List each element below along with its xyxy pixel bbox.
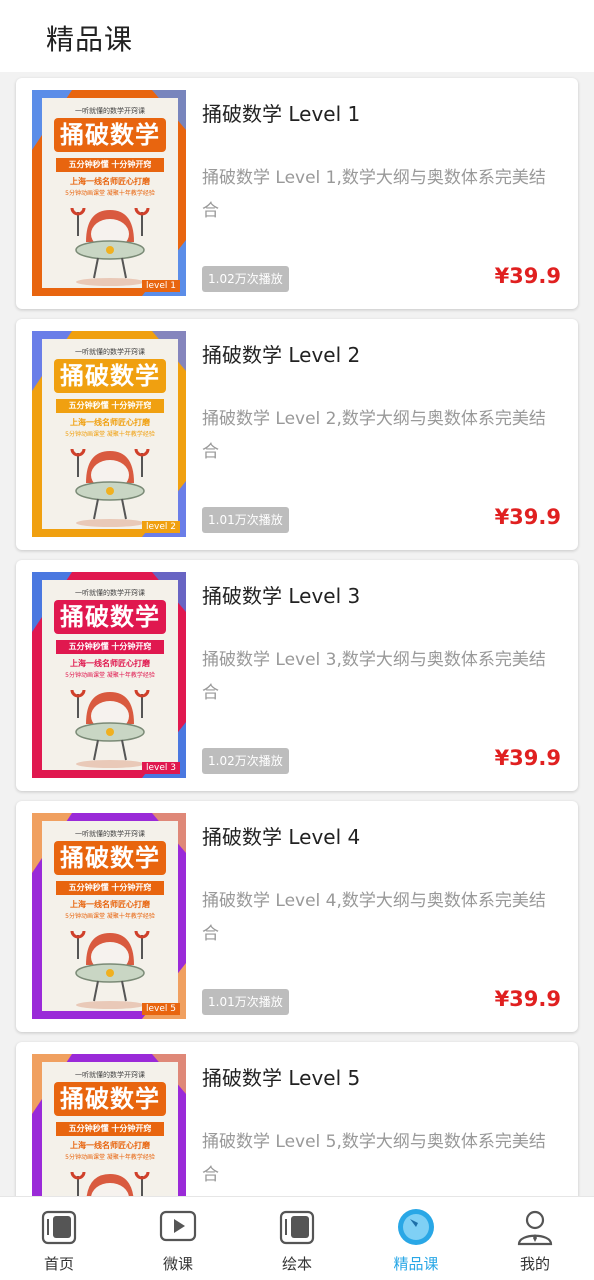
course-title[interactable]: 捅破数学 Level 5	[202, 1062, 360, 1091]
course-price: ¥39.9	[494, 505, 561, 529]
course-card[interactable]: 一听就懂的数学开窍课 捅破数学 五分钟秒懂 十分钟开窍 上海一线名师匠心打磨 5…	[16, 801, 578, 1032]
cover-headline: 捅破数学	[54, 1082, 166, 1116]
cover-ribbon: 五分钟秒懂 十分钟开窍	[56, 399, 164, 413]
home-book-icon	[41, 1210, 77, 1245]
cover-line1: 上海一线名师匠心打磨	[70, 177, 150, 186]
play-video-icon	[159, 1210, 197, 1242]
tab-home-label: 首页	[43, 1255, 74, 1273]
cover-headline: 捅破数学	[54, 600, 166, 634]
robot-mascot-icon	[70, 448, 150, 527]
cover-level-label: level 1	[142, 280, 180, 292]
cover-headline: 捅破数学	[54, 118, 166, 152]
course-list[interactable]: 一听就懂的数学开窍课 捅破数学 五分钟秒懂 十分钟开窍 上海一线名师匠心打磨 5…	[0, 72, 594, 1196]
cover-tagline: 一听就懂的数学开窍课	[75, 348, 145, 356]
course-title[interactable]: 捅破数学 Level 4	[202, 821, 360, 850]
robot-mascot-icon	[70, 930, 150, 1009]
cover-line2: 5分钟动画课堂 凝聚十年教学经验	[65, 672, 155, 679]
tab-micro-course-label: 微课	[162, 1255, 193, 1273]
cover-line1: 上海一线名师匠心打磨	[70, 900, 150, 909]
course-price: ¥39.9	[494, 746, 561, 770]
course-description: 捅破数学 Level 1,数学大纲与奥数体系完美结合	[202, 168, 546, 221]
cover-line2: 5分钟动画课堂 凝聚十年教学经验	[65, 190, 155, 197]
cover-line1: 上海一线名师匠心打磨	[70, 418, 150, 427]
cover-line2: 5分钟动画课堂 凝聚十年教学经验	[65, 431, 155, 438]
course-description: 捅破数学 Level 5,数学大纲与奥数体系完美结合	[202, 1132, 546, 1185]
course-price: ¥39.9	[494, 264, 561, 288]
course-title[interactable]: 捅破数学 Level 3	[202, 580, 360, 609]
play-count-badge: 1.02万次播放	[202, 266, 289, 292]
course-card[interactable]: 一听就懂的数学开窍课 捅破数学 五分钟秒懂 十分钟开窍 上海一线名师匠心打磨 5…	[16, 319, 578, 550]
cover-tagline: 一听就懂的数学开窍课	[75, 589, 145, 597]
course-cover-image[interactable]: 一听就懂的数学开窍课 捅破数学 五分钟秒懂 十分钟开窍 上海一线名师匠心打磨 5…	[32, 90, 186, 296]
robot-mascot-icon	[70, 689, 150, 768]
cover-level-label: level 3	[142, 762, 180, 774]
play-count-badge: 1.01万次播放	[202, 989, 289, 1015]
play-count-badge: 1.02万次播放	[202, 748, 289, 774]
cover-panel: 一听就懂的数学开窍课 捅破数学 五分钟秒懂 十分钟开窍 上海一线名师匠心打磨 5…	[42, 821, 178, 1011]
cover-line2: 5分钟动画课堂 凝聚十年教学经验	[65, 913, 155, 920]
course-card[interactable]: 一听就懂的数学开窍课 捅破数学 五分钟秒懂 十分钟开窍 上海一线名师匠心打磨 5…	[16, 78, 578, 309]
tab-premium-course[interactable]: 精品课	[357, 1197, 475, 1280]
cover-panel: 一听就懂的数学开窍课 捅破数学 五分钟秒懂 十分钟开窍 上海一线名师匠心打磨 5…	[42, 98, 178, 288]
robot-mascot-icon	[70, 1171, 150, 1196]
tab-picture-book-label: 绘本	[281, 1255, 312, 1273]
course-cover-image[interactable]: 一听就懂的数学开窍课 捅破数学 五分钟秒懂 十分钟开窍 上海一线名师匠心打磨 5…	[32, 813, 186, 1019]
person-icon	[517, 1210, 553, 1246]
cover-panel: 一听就懂的数学开窍课 捅破数学 五分钟秒懂 十分钟开窍 上海一线名师匠心打磨 5…	[42, 339, 178, 529]
cover-panel: 一听就懂的数学开窍课 捅破数学 五分钟秒懂 十分钟开窍 上海一线名师匠心打磨 5…	[42, 1062, 178, 1196]
course-title[interactable]: 捅破数学 Level 1	[202, 98, 360, 127]
cover-ribbon: 五分钟秒懂 十分钟开窍	[56, 881, 164, 895]
tab-mine-label: 我的	[519, 1255, 550, 1273]
tab-picture-book[interactable]: 绘本	[238, 1197, 356, 1280]
course-description: 捅破数学 Level 3,数学大纲与奥数体系完美结合	[202, 650, 546, 703]
course-cover-image[interactable]: 一听就懂的数学开窍课 捅破数学 五分钟秒懂 十分钟开窍 上海一线名师匠心打磨 5…	[32, 1054, 186, 1196]
course-card[interactable]: 一听就懂的数学开窍课 捅破数学 五分钟秒懂 十分钟开窍 上海一线名师匠心打磨 5…	[16, 560, 578, 791]
cover-headline: 捅破数学	[54, 359, 166, 393]
cover-level-label: level 5	[142, 1003, 180, 1015]
cover-line1: 上海一线名师匠心打磨	[70, 659, 150, 668]
course-cover-image[interactable]: 一听就懂的数学开窍课 捅破数学 五分钟秒懂 十分钟开窍 上海一线名师匠心打磨 5…	[32, 572, 186, 778]
cover-line2: 5分钟动画课堂 凝聚十年教学经验	[65, 1154, 155, 1161]
tab-home[interactable]: 首页	[0, 1197, 118, 1280]
cover-headline: 捅破数学	[54, 841, 166, 875]
cover-level-label: level 2	[142, 521, 180, 533]
cover-ribbon: 五分钟秒懂 十分钟开窍	[56, 158, 164, 172]
tab-micro-course[interactable]: 微课	[119, 1197, 237, 1280]
cover-ribbon: 五分钟秒懂 十分钟开窍	[56, 640, 164, 654]
tab-mine[interactable]: 我的	[476, 1197, 594, 1280]
course-description: 捅破数学 Level 2,数学大纲与奥数体系完美结合	[202, 409, 546, 462]
compass-icon	[398, 1209, 434, 1245]
tab-premium-course-label: 精品课	[393, 1255, 439, 1273]
course-price: ¥39.9	[494, 987, 561, 1011]
bottom-tab-bar: 首页 微课 绘本 精品课 我的	[0, 1196, 594, 1280]
cover-tagline: 一听就懂的数学开窍课	[75, 1071, 145, 1079]
cover-line1: 上海一线名师匠心打磨	[70, 1141, 150, 1150]
cover-panel: 一听就懂的数学开窍课 捅破数学 五分钟秒懂 十分钟开窍 上海一线名师匠心打磨 5…	[42, 580, 178, 770]
picture-book-icon	[279, 1210, 315, 1245]
cover-tagline: 一听就懂的数学开窍课	[75, 107, 145, 115]
robot-mascot-icon	[70, 207, 150, 286]
course-title[interactable]: 捅破数学 Level 2	[202, 339, 360, 368]
cover-tagline: 一听就懂的数学开窍课	[75, 830, 145, 838]
page-title: 精品课	[46, 23, 134, 56]
play-count-badge: 1.01万次播放	[202, 507, 289, 533]
top-header: 精品课	[0, 0, 594, 72]
course-description: 捅破数学 Level 4,数学大纲与奥数体系完美结合	[202, 891, 546, 944]
course-card[interactable]: 一听就懂的数学开窍课 捅破数学 五分钟秒懂 十分钟开窍 上海一线名师匠心打磨 5…	[16, 1042, 578, 1196]
course-cover-image[interactable]: 一听就懂的数学开窍课 捅破数学 五分钟秒懂 十分钟开窍 上海一线名师匠心打磨 5…	[32, 331, 186, 537]
cover-ribbon: 五分钟秒懂 十分钟开窍	[56, 1122, 164, 1136]
